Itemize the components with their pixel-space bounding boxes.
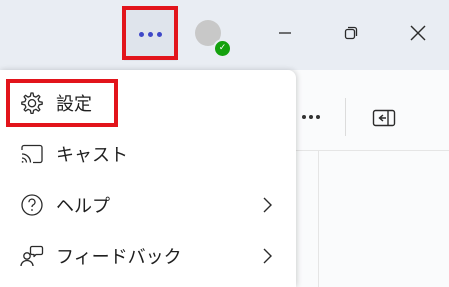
toolbar-divider	[345, 98, 346, 136]
browser-content-area	[290, 70, 449, 287]
close-button[interactable]	[403, 18, 433, 48]
sidebar-toggle-icon	[372, 109, 396, 127]
more-horizontal-icon-dot	[309, 115, 313, 119]
menu-item-label: フィードバック	[56, 247, 182, 268]
close-icon	[410, 25, 426, 41]
menu-item-feedback[interactable]: フィードバック	[0, 231, 296, 281]
highlight-box-more-button	[122, 6, 178, 60]
menu-item-help[interactable]: ヘルプ	[0, 180, 296, 230]
online-status-badge: ✓	[213, 39, 232, 58]
cast-icon	[18, 140, 46, 168]
more-horizontal-icon-dot	[302, 115, 306, 119]
menu-item-cast[interactable]: キャスト	[0, 129, 296, 179]
title-bar: ✓	[0, 0, 449, 70]
help-icon	[18, 191, 46, 219]
minimize-button[interactable]	[270, 18, 300, 48]
content-divider	[290, 150, 449, 151]
chevron-right-icon	[258, 247, 276, 265]
sidebar-toggle-button[interactable]	[370, 105, 398, 131]
highlight-box-settings	[6, 79, 118, 127]
more-horizontal-icon-dot	[316, 115, 320, 119]
feedback-icon	[18, 242, 46, 270]
restore-button[interactable]	[336, 18, 366, 48]
menu-item-label: キャスト	[56, 145, 128, 166]
menu-item-label: ヘルプ	[56, 196, 110, 217]
chevron-right-icon	[258, 196, 276, 214]
content-divider-vertical	[318, 151, 319, 287]
toolbar-more-button[interactable]	[296, 104, 326, 130]
restore-icon	[344, 26, 358, 40]
minimize-icon	[279, 32, 291, 34]
